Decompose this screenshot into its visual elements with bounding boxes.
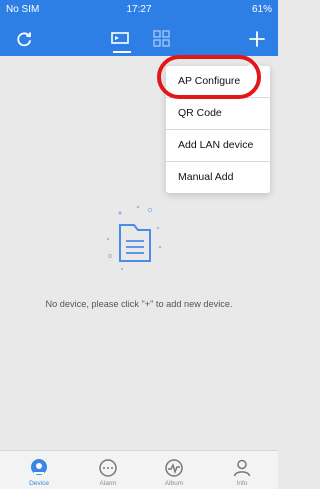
- tab-alarm[interactable]: Alarm: [78, 451, 138, 489]
- device-icon: [31, 459, 47, 475]
- tab-device[interactable]: Device: [9, 451, 69, 489]
- album-icon: [165, 459, 183, 477]
- info-icon: [233, 459, 251, 477]
- alarm-icon: [99, 459, 117, 477]
- status-bar: No SIM 17:27 61%: [0, 0, 278, 22]
- menu-item-qr-code[interactable]: QR Code: [166, 98, 270, 130]
- plus-icon[interactable]: [246, 28, 268, 50]
- tab-album[interactable]: Album: [144, 451, 204, 489]
- add-device-menu: AP Configure QR Code Add LAN device Manu…: [166, 60, 270, 193]
- tab-label-info: Info: [236, 480, 248, 487]
- empty-state-message: No device, please click "+" to add new d…: [45, 299, 233, 309]
- menu-item-manual-add[interactable]: Manual Add: [166, 162, 270, 193]
- bottom-tab-bar: Device Alarm Album Info: [0, 450, 278, 489]
- battery-level: 61%: [251, 4, 272, 15]
- refresh-icon[interactable]: [13, 28, 35, 50]
- active-tab-underline: [113, 51, 131, 53]
- tab-label-alarm: Alarm: [99, 480, 117, 487]
- clock: 17:27: [126, 4, 152, 15]
- menu-item-add-lan-device[interactable]: Add LAN device: [166, 130, 270, 162]
- menu-item-ap-configure[interactable]: AP Configure: [166, 66, 270, 98]
- tab-label-album: Album: [164, 480, 184, 487]
- empty-folder-illustration: [106, 205, 162, 271]
- top-nav-bar: [0, 22, 278, 56]
- tab-info[interactable]: Info: [212, 451, 272, 489]
- device-list-icon[interactable]: [110, 28, 132, 50]
- grid-view-icon[interactable]: [151, 28, 173, 50]
- tab-label-device: Device: [29, 480, 49, 487]
